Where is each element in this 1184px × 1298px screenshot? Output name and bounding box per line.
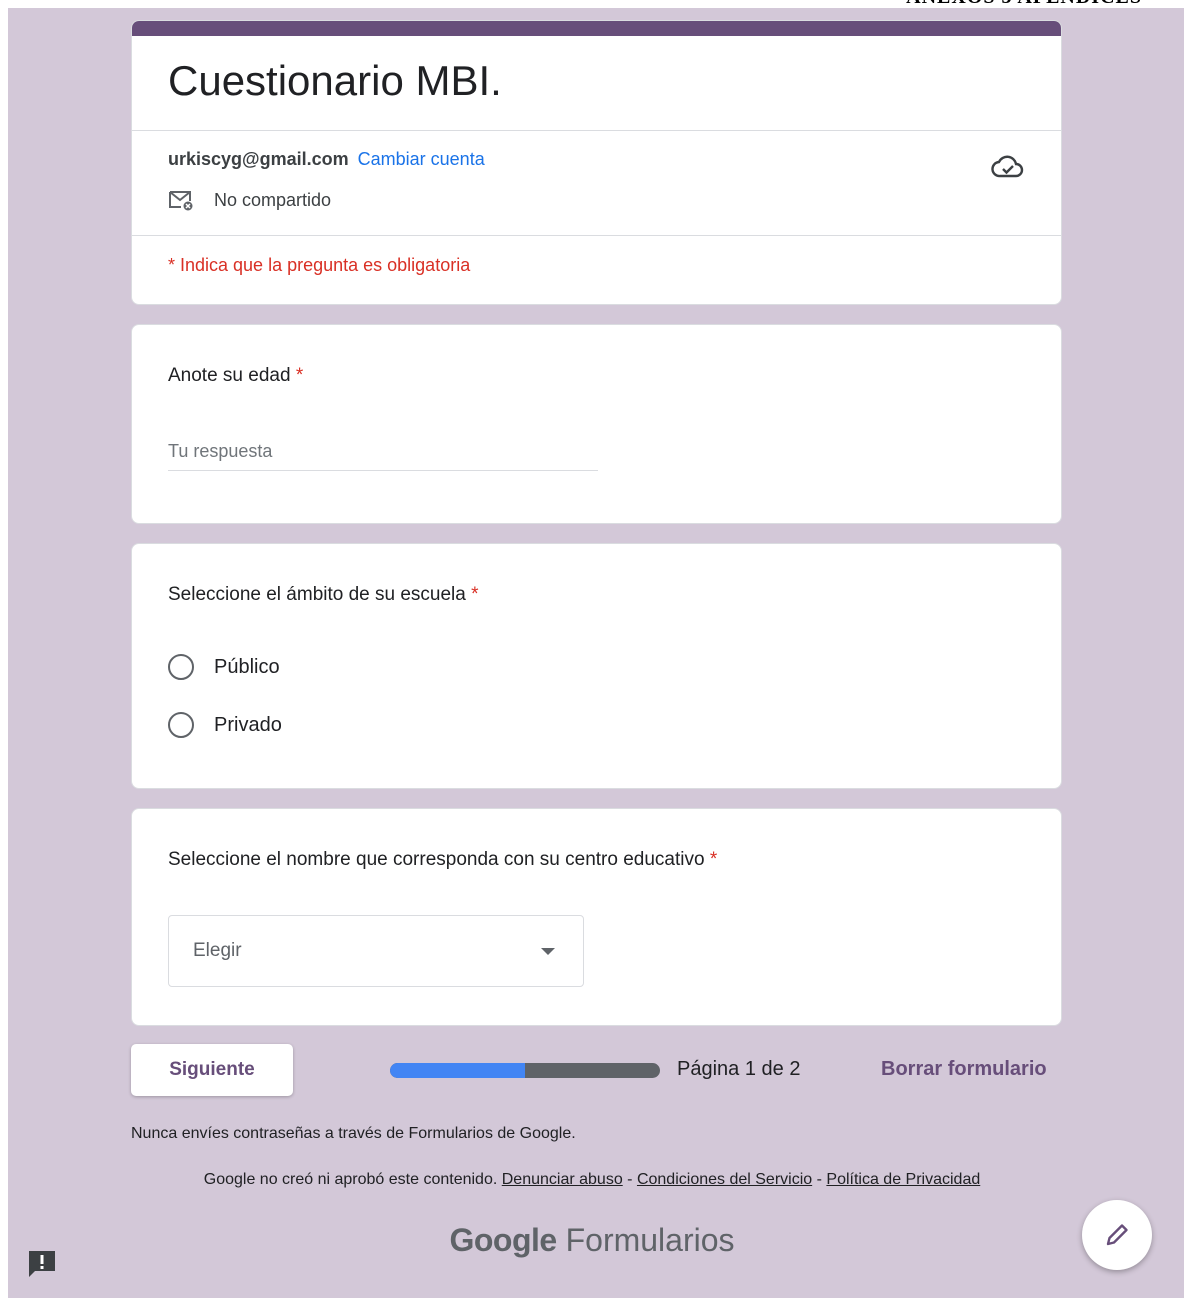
- account-row: urkiscyg@gmail.com Cambiar cuenta: [168, 149, 485, 170]
- radio-option-privado[interactable]: Privado: [168, 712, 282, 738]
- clear-form-button[interactable]: Borrar formulario: [881, 1058, 1047, 1081]
- clipped-page-header: ANEXOS 3 APÉNDICES: [906, 0, 1142, 9]
- mail-not-shared-icon: [169, 191, 193, 211]
- footer-disclaimer: Google no creó ni aprobó este contenido.…: [0, 1171, 1184, 1189]
- radio-label: Privado: [214, 713, 282, 736]
- question-text: Seleccione el ámbito de su escuela: [168, 584, 466, 605]
- not-shared-row: No compartido: [168, 189, 331, 211]
- disclaimer-text: Google no creó ni aprobó este contenido.: [203, 1171, 498, 1188]
- required-note: * Indica que la pregunta es obligatoria: [168, 255, 471, 275]
- question-school-name-card: Seleccione el nombre que corresponda con…: [131, 808, 1062, 1026]
- question-age-card: Anote su edad * Tu respuesta: [131, 324, 1062, 524]
- separator: -: [816, 1171, 822, 1188]
- progress-bar: [390, 1063, 660, 1078]
- edit-button[interactable]: [1082, 1200, 1152, 1270]
- required-asterisk: *: [471, 584, 479, 605]
- required-asterisk: *: [295, 365, 304, 386]
- question-text: Seleccione el nombre que corresponda con…: [168, 849, 705, 870]
- report-abuse-link[interactable]: Denunciar abuso: [502, 1171, 623, 1188]
- divider: [132, 235, 1061, 236]
- question-title: Anote su edad *: [168, 365, 303, 387]
- separator: -: [627, 1171, 633, 1188]
- question-title: Seleccione el ámbito de su escuela *: [168, 584, 479, 606]
- form-header-card: Cuestionario MBI. urkiscyg@gmail.com Cam…: [131, 20, 1062, 305]
- radio-option-publico[interactable]: Público: [168, 654, 280, 680]
- not-shared-text: No compartido: [214, 189, 332, 210]
- page-indicator: Página 1 de 2: [677, 1058, 801, 1080]
- pencil-icon: [1106, 1224, 1128, 1246]
- radio-button[interactable]: [168, 712, 194, 738]
- age-input[interactable]: Tu respuesta: [168, 441, 598, 471]
- password-warning: Nunca envíes contraseñas a través de For…: [131, 1125, 576, 1142]
- google-forms-logo[interactable]: Google Formularios: [0, 1222, 1184, 1259]
- question-title: Seleccione el nombre que corresponda con…: [168, 849, 717, 871]
- select-value: Elegir: [193, 940, 242, 961]
- radio-label: Público: [214, 655, 280, 678]
- form-title: Cuestionario MBI.: [168, 57, 502, 104]
- brand-forms: Formularios: [565, 1222, 735, 1258]
- feedback-icon[interactable]: [27, 1249, 57, 1279]
- chevron-down-icon: [541, 948, 555, 955]
- terms-link[interactable]: Condiciones del Servicio: [637, 1171, 812, 1188]
- divider: [132, 130, 1061, 131]
- theme-bar: [132, 21, 1061, 36]
- required-asterisk: *: [709, 849, 718, 870]
- question-text: Anote su edad: [168, 365, 291, 386]
- cloud-check-icon[interactable]: [991, 151, 1025, 181]
- radio-button[interactable]: [168, 654, 194, 680]
- question-school-scope-card: Seleccione el ámbito de su escuela * Púb…: [131, 543, 1062, 789]
- change-account-link[interactable]: Cambiar cuenta: [358, 149, 485, 169]
- next-button[interactable]: Siguiente: [131, 1044, 293, 1096]
- school-select[interactable]: Elegir: [168, 915, 584, 987]
- privacy-link[interactable]: Política de Privacidad: [826, 1171, 980, 1188]
- progress-fill: [390, 1063, 525, 1078]
- account-email: urkiscyg@gmail.com: [168, 149, 349, 169]
- brand-google: Google: [449, 1222, 557, 1258]
